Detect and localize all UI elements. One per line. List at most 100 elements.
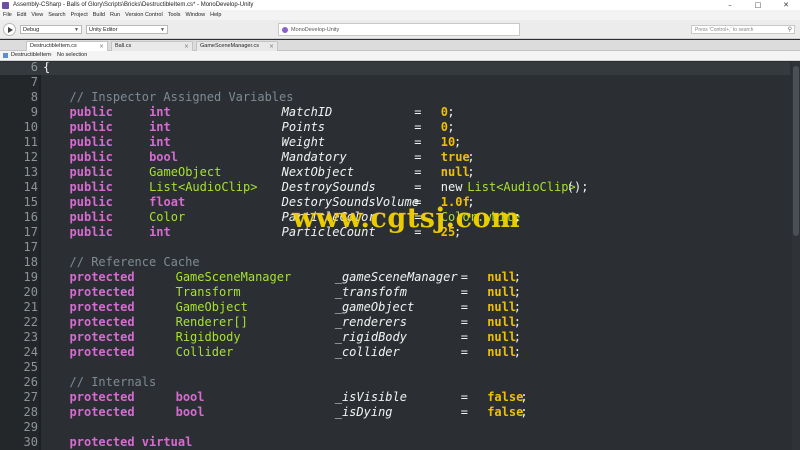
menu-project[interactable]: Project bbox=[71, 12, 88, 18]
scrollbar-thumb[interactable] bbox=[793, 66, 799, 236]
document-tabs: DestructibleItem.cs × Ball.cs × GameScen… bbox=[0, 40, 800, 51]
code-token: = bbox=[414, 165, 422, 179]
code-token: public bbox=[69, 195, 113, 209]
code-token: null bbox=[487, 300, 517, 314]
code-token: null bbox=[487, 330, 517, 344]
code-token: bool bbox=[175, 390, 205, 404]
code-line[interactable]: 26 // Internals bbox=[0, 375, 790, 390]
line-number: 21 bbox=[23, 300, 38, 314]
code-token: protected bbox=[69, 300, 135, 314]
menu-search[interactable]: Search bbox=[48, 12, 65, 18]
menu-window[interactable]: Window bbox=[186, 12, 206, 18]
maximize-button[interactable]: □ bbox=[744, 0, 772, 10]
code-line[interactable]: 21 protected GameObject _gameObject = null; bbox=[0, 300, 790, 315]
code-token: GameObject bbox=[175, 300, 248, 314]
line-number: 29 bbox=[23, 420, 38, 434]
menu-view[interactable]: View bbox=[31, 12, 43, 18]
code-line[interactable]: 27 protected bool _isVisible = false; bbox=[0, 390, 790, 405]
line-number: 27 bbox=[23, 390, 38, 404]
target-select[interactable]: Unity Editor ▼ bbox=[86, 25, 168, 34]
play-icon bbox=[7, 26, 13, 33]
menu-run[interactable]: Run bbox=[110, 12, 120, 18]
code-editor[interactable]: 6{7 8 // Inspector Assigned Variables 9 publ… bbox=[0, 62, 800, 450]
close-button[interactable]: ✕ bbox=[772, 0, 800, 10]
watermark-text: www.cgtsj.com bbox=[292, 203, 521, 234]
tab-destructibleitem[interactable]: DestructibleItem.cs × bbox=[26, 41, 108, 51]
run-button[interactable] bbox=[3, 23, 16, 36]
code-token: false bbox=[487, 405, 524, 419]
close-tab-icon[interactable]: × bbox=[184, 42, 189, 51]
code-line[interactable]: 9 public int MatchID = 0; bbox=[0, 105, 790, 120]
vertical-scrollbar[interactable] bbox=[792, 62, 800, 450]
tab-gamescenemanager[interactable]: GameSceneManager.cs × bbox=[196, 41, 278, 51]
code-token: float bbox=[149, 195, 186, 209]
minimize-button[interactable]: – bbox=[716, 0, 744, 10]
code-token: = bbox=[460, 405, 468, 419]
line-number: 28 bbox=[23, 405, 38, 419]
tab-label: Ball.cs bbox=[115, 43, 132, 49]
line-number: 23 bbox=[23, 330, 38, 344]
code-token: ; bbox=[513, 345, 521, 359]
code-line[interactable]: 17 bbox=[0, 240, 790, 255]
code-line[interactable]: 10 public int Points = 0; bbox=[0, 120, 790, 135]
code-line[interactable]: 19 protected GameSceneManager _gameSceneMan… bbox=[0, 270, 790, 285]
breadcrumb: DestructibleItem › No selection bbox=[0, 51, 800, 61]
code-line[interactable]: 11 public int Weight = 10; bbox=[0, 135, 790, 150]
close-tab-icon[interactable]: × bbox=[269, 42, 274, 51]
breadcrumb-class[interactable]: DestructibleItem bbox=[11, 51, 51, 60]
code-token: public bbox=[69, 120, 113, 134]
code-line[interactable]: 23 protected Rigidbody _rigidBody = null; bbox=[0, 330, 790, 345]
code-token: int bbox=[149, 105, 171, 119]
menu-version-control[interactable]: Version Control bbox=[125, 12, 163, 18]
code-line[interactable]: 18 // Reference Cache bbox=[0, 255, 790, 270]
code-line[interactable]: 22 protected Renderer[] _renderers = null; bbox=[0, 315, 790, 330]
breadcrumb-member[interactable]: No selection bbox=[57, 51, 87, 60]
menu-edit[interactable]: Edit bbox=[17, 12, 26, 18]
configuration-select[interactable]: Debug ▼ bbox=[20, 25, 82, 34]
code-token: // Reference Cache bbox=[69, 255, 200, 269]
code-token: false bbox=[487, 390, 524, 404]
code-line[interactable]: 13 public GameObject NextObject = null; bbox=[0, 165, 790, 180]
code-token: ; bbox=[520, 405, 528, 419]
code-line[interactable]: 14 public List<AudioClip> DestroySounds = new… bbox=[0, 180, 790, 195]
line-number: 19 bbox=[23, 270, 38, 284]
menu-help[interactable]: Help bbox=[210, 12, 221, 18]
tab-label: GameSceneManager.cs bbox=[200, 43, 260, 49]
code-line[interactable]: 28 protected bool _isDying = false; bbox=[0, 405, 790, 420]
code-token: = bbox=[460, 330, 468, 344]
line-number: 6 bbox=[30, 62, 38, 74]
menu-build[interactable]: Build bbox=[93, 12, 105, 18]
code-line[interactable]: 25 bbox=[0, 360, 790, 375]
chevron-down-icon: ▼ bbox=[74, 27, 79, 33]
menu-file[interactable]: File bbox=[3, 12, 12, 18]
code-line[interactable]: 24 protected Collider _collider = null; bbox=[0, 345, 790, 360]
code-line[interactable]: 12 public bool Mandatory = true; bbox=[0, 150, 790, 165]
code-line[interactable]: 7 bbox=[0, 75, 790, 90]
line-number: 8 bbox=[30, 90, 38, 104]
line-number: 22 bbox=[23, 315, 38, 329]
search-input[interactable]: Press 'Control+,' to search ⚲ bbox=[691, 25, 795, 34]
code-line[interactable]: 8 // Inspector Assigned Variables bbox=[0, 90, 790, 105]
toolbar: Debug ▼ Unity Editor ▼ MonoDevelop-Unity… bbox=[0, 20, 800, 39]
code-line[interactable]: 30 protected virtual bbox=[0, 435, 790, 450]
code-token: null bbox=[487, 345, 517, 359]
code-token: _gameSceneManager bbox=[334, 270, 458, 284]
status-text: MonoDevelop-Unity bbox=[291, 27, 340, 33]
line-number: 17 bbox=[23, 225, 38, 239]
code-token: public bbox=[69, 135, 113, 149]
code-token: = bbox=[414, 150, 422, 164]
code-token: // Inspector Assigned Variables bbox=[69, 90, 294, 104]
target-value: Unity Editor bbox=[89, 27, 118, 33]
menu-tools[interactable]: Tools bbox=[168, 12, 181, 18]
window-controls: – □ ✕ bbox=[716, 0, 800, 10]
code-line[interactable]: 20 protected Transform _transfofm = null; bbox=[0, 285, 790, 300]
line-number: 20 bbox=[23, 285, 38, 299]
close-tab-icon[interactable]: × bbox=[99, 42, 104, 51]
line-number: 26 bbox=[23, 375, 38, 389]
monodevelop-icon bbox=[2, 1, 9, 9]
tab-ball[interactable]: Ball.cs × bbox=[111, 41, 193, 51]
code-line[interactable]: 6{ bbox=[0, 62, 790, 75]
code-line[interactable]: 29 bbox=[0, 420, 790, 435]
code-token: Renderer[] bbox=[175, 315, 248, 329]
code-token: Color bbox=[149, 210, 186, 224]
